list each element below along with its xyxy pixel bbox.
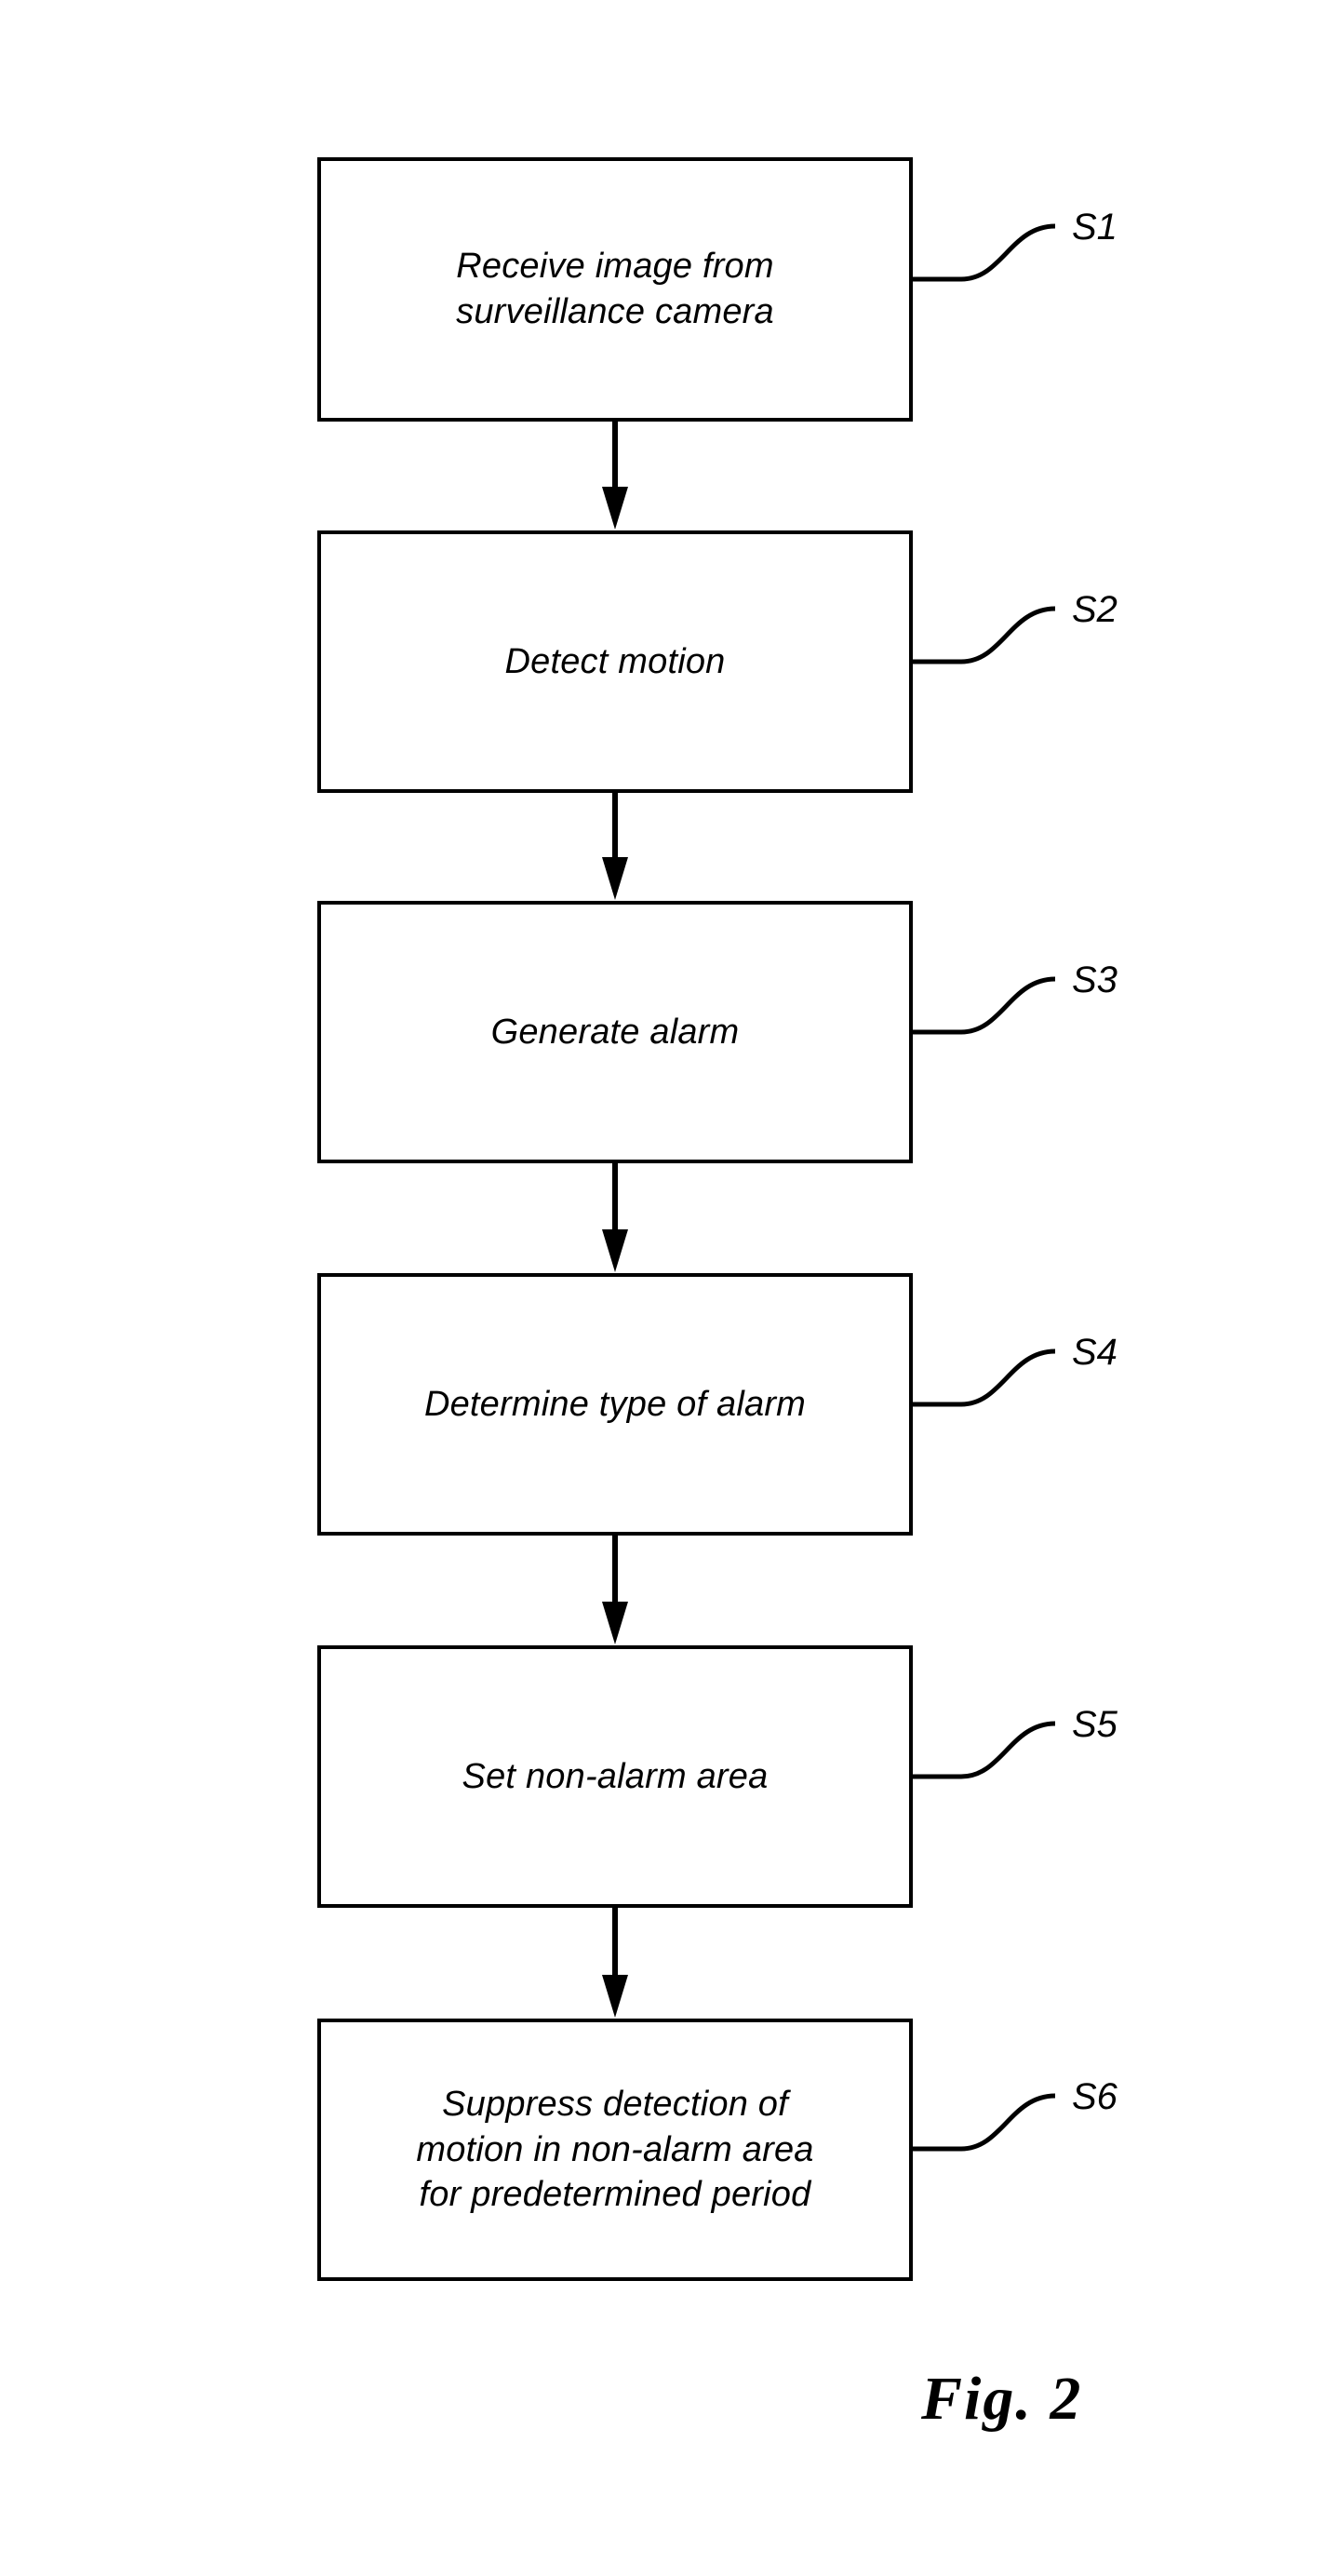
leader-line-s6 [913, 2093, 1056, 2152]
leader-line-s1 [913, 223, 1056, 282]
leader-line-s5 [913, 1721, 1056, 1779]
leader-line-s2 [913, 606, 1056, 664]
step-label-s1: Receive image from surveillance camera [456, 247, 774, 331]
step-label-s3: Generate alarm [490, 1012, 740, 1052]
step-box-s3[interactable]: Generate alarm [317, 901, 913, 1163]
connector-arrowhead-0 [602, 487, 628, 530]
leader-line-s3 [913, 976, 1056, 1035]
reference-numeral-s2: S2 [1072, 589, 1118, 630]
figure-container: Receive image from surveillance camera De… [0, 0, 1325, 2576]
reference-numeral-s5: S5 [1072, 1704, 1118, 1745]
step-box-s6[interactable]: Suppress detection of motion in non-alar… [317, 2019, 913, 2281]
step-box-s5[interactable]: Set non-alarm area [317, 1645, 913, 1908]
leader-line-s4 [913, 1348, 1056, 1407]
step-label-s6: Suppress detection of motion in non-alar… [416, 2085, 814, 2215]
reference-numeral-s3: S3 [1072, 959, 1118, 1000]
reference-leader-lines [913, 223, 1056, 2152]
step-box-s1[interactable]: Receive image from surveillance camera [317, 157, 913, 422]
connector-arrowhead-3 [602, 1602, 628, 1644]
connector-arrowhead-4 [602, 1975, 628, 2018]
figure-caption: Fig. 2 [921, 2365, 1083, 2433]
reference-numeral-s6: S6 [1072, 2076, 1118, 2117]
reference-numeral-s4: S4 [1072, 1332, 1118, 1373]
step-box-s2[interactable]: Detect motion [317, 530, 913, 793]
reference-numeral-s1: S1 [1072, 207, 1118, 248]
step-box-s4[interactable]: Determine type of alarm [317, 1273, 913, 1536]
step-label-s4: Determine type of alarm [423, 1384, 807, 1424]
connector-arrowhead-1 [602, 857, 628, 900]
step-label-s2: Detect motion [504, 641, 726, 681]
connector-arrowhead-2 [602, 1229, 628, 1272]
step-label-s5: Set non-alarm area [462, 1756, 769, 1796]
